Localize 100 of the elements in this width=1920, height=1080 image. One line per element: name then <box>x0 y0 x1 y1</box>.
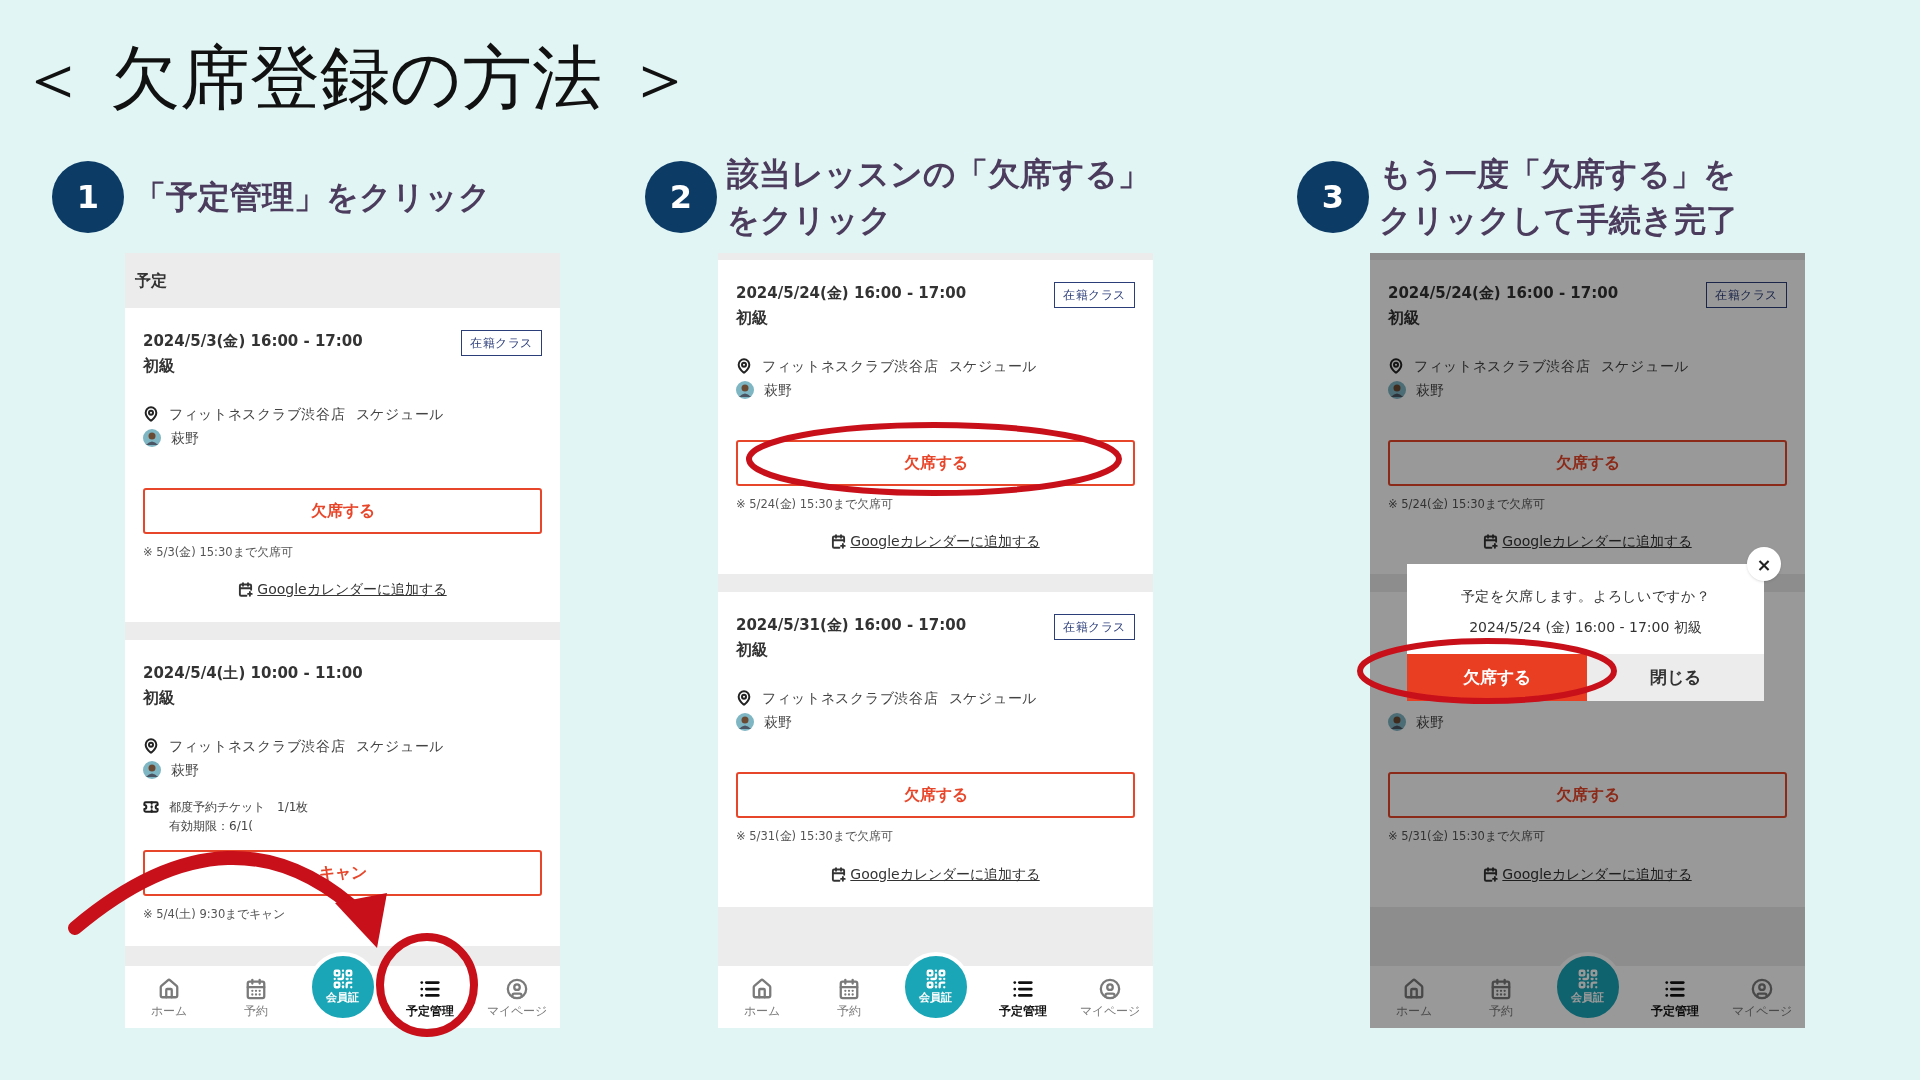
nav-tab[interactable]: マイページ <box>486 978 547 1020</box>
calendar-plus-icon <box>831 534 847 550</box>
user-icon <box>505 978 528 1000</box>
nav-tab[interactable]: 予定管理 <box>405 978 454 1020</box>
absence-button[interactable]: キャン <box>143 850 542 897</box>
calendar-plus-icon <box>1483 866 1499 882</box>
nav-tab[interactable]: 予約 <box>836 978 861 1020</box>
add-to-calendar-link[interactable]: Googleカレンダーに追加する <box>1483 531 1692 553</box>
avatar-icon <box>736 381 754 399</box>
calendar-icon <box>837 978 860 1000</box>
location-text: フィットネスクラブ渋谷店 スケジュール <box>762 356 1037 376</box>
step-number: 3 <box>1297 161 1369 233</box>
deadline-note: ※ 5/24(金) 15:30まで欠席可 <box>1388 496 1546 513</box>
nav-tab[interactable]: マイページ <box>1079 978 1140 1020</box>
avatar-icon <box>1388 381 1406 399</box>
nav-tab[interactable]: 予約 <box>1488 978 1513 1020</box>
calendar-icon <box>1489 978 1512 1000</box>
add-to-calendar-link[interactable]: Googleカレンダーに追加する <box>238 579 447 601</box>
absence-button[interactable]: 欠席する <box>1388 772 1787 819</box>
avatar-icon <box>1388 713 1406 732</box>
lesson-level: 初級 <box>1388 307 1420 329</box>
step-instruction: 「予定管理」をクリック <box>134 177 491 218</box>
qr-code-icon <box>1576 967 1599 990</box>
page-title: ＜ 欠席登録の方法 ＞ <box>18 38 696 118</box>
lesson-level: 初級 <box>736 639 768 662</box>
instructor-name: 萩野 <box>1416 712 1444 732</box>
instructor-name: 萩野 <box>171 760 199 780</box>
step-instruction: 該当レッスンの「欠席する」 <box>727 154 1150 195</box>
dialog-message: 予定を欠席します。よろしいですか？ <box>1459 587 1712 606</box>
ticket-icon <box>143 799 159 816</box>
add-to-calendar-link[interactable]: Googleカレンダーに追加する <box>1483 863 1692 885</box>
absence-button[interactable]: 欠席する <box>143 488 542 534</box>
step-instruction: をクリック <box>727 200 893 241</box>
calendar-plus-icon <box>238 582 254 598</box>
deadline-note: ※ 5/3(金) 15:30まで欠席可 <box>143 544 294 561</box>
location-text: フィットネスクラブ渋谷店 スケジュール <box>1414 356 1689 376</box>
deadline-note: ※ 5/4(土) 9:30までキャン <box>143 906 287 924</box>
location-pin-icon <box>143 406 159 422</box>
class-tag: 在籍クラス <box>1706 282 1787 308</box>
lesson-datetime: 2024/5/24(金) 16:00 - 17:00 <box>736 283 967 304</box>
location-text: フィットネスクラブ渋谷店 スケジュール <box>169 404 444 424</box>
deadline-note: ※ 5/31(金) 15:30まで欠席可 <box>1388 828 1546 846</box>
list-icon <box>418 978 441 1000</box>
nav-tab[interactable]: マイページ <box>1731 978 1792 1020</box>
page-header: 予定 <box>134 269 168 292</box>
ticket-info: 有効期限：6/1( <box>169 818 254 836</box>
absence-button[interactable]: 欠席する <box>1388 440 1787 486</box>
nav-tab[interactable]: ホーム <box>150 978 187 1020</box>
dialog-detail: 2024/5/24 (金) 16:00 - 17:00 初級 <box>1468 618 1703 637</box>
ticket-info: 都度予約チケット 1/1枚 <box>169 799 309 817</box>
instructor-name: 萩野 <box>171 428 199 448</box>
absence-button[interactable]: 欠席する <box>736 440 1135 486</box>
step-instruction: もう一度「欠席する」を <box>1379 154 1737 195</box>
instructor-name: 萩野 <box>764 712 792 732</box>
user-icon <box>1750 978 1773 1000</box>
lesson-level: 初級 <box>143 355 175 377</box>
absence-button[interactable]: 欠席する <box>736 772 1135 819</box>
qr-code-icon <box>331 967 354 990</box>
location-pin-icon <box>1388 358 1404 374</box>
lesson-level: 初級 <box>736 307 768 329</box>
step-number: 1 <box>52 161 124 233</box>
class-tag: 在籍クラス <box>1054 282 1135 308</box>
instructor-name: 萩野 <box>1416 380 1444 400</box>
location-text: フィットネスクラブ渋谷店 スケジュール <box>762 688 1037 708</box>
deadline-note: ※ 5/31(金) 15:30まで欠席可 <box>736 828 894 846</box>
avatar-icon <box>143 761 161 780</box>
close-button[interactable]: × <box>1747 547 1781 581</box>
nav-tab[interactable]: 予定管理 <box>1650 978 1699 1020</box>
class-tag: 在籍クラス <box>461 330 542 356</box>
nav-tab[interactable]: 予定管理 <box>998 978 1047 1020</box>
location-text: フィットネスクラブ渋谷店 スケジュール <box>169 736 444 756</box>
instructor-name: 萩野 <box>764 380 792 400</box>
calendar-plus-icon <box>1483 534 1499 550</box>
add-to-calendar-link[interactable]: Googleカレンダーに追加する <box>831 531 1040 553</box>
location-pin-icon <box>143 738 159 755</box>
home-icon <box>1402 978 1425 1000</box>
nav-tab[interactable]: ホーム <box>1395 978 1432 1020</box>
lesson-datetime: 2024/5/4(土) 10:00 - 11:00 <box>143 663 363 685</box>
class-tag: 在籍クラス <box>1054 614 1135 641</box>
calendar-plus-icon <box>831 866 847 882</box>
avatar-icon <box>736 713 754 732</box>
lesson-datetime: 2024/5/3(金) 16:00 - 17:00 <box>143 331 363 352</box>
list-icon <box>1011 978 1034 1000</box>
deadline-note: ※ 5/24(金) 15:30まで欠席可 <box>736 496 894 513</box>
close-dialog-button[interactable]: 閉じる <box>1587 654 1764 701</box>
qr-code-icon <box>924 967 947 990</box>
location-pin-icon <box>736 358 752 374</box>
list-icon <box>1663 978 1686 1000</box>
home-icon <box>157 978 180 1000</box>
add-to-calendar-link[interactable]: Googleカレンダーに追加する <box>831 863 1040 885</box>
calendar-icon <box>244 978 267 1000</box>
lesson-datetime: 2024/5/24(金) 16:00 - 17:00 <box>1388 283 1619 304</box>
location-pin-icon <box>736 690 752 707</box>
user-icon <box>1098 978 1121 1000</box>
nav-tab[interactable]: ホーム <box>743 978 780 1020</box>
nav-tab[interactable]: 予約 <box>243 978 268 1020</box>
avatar-icon <box>143 429 161 447</box>
step-instruction: クリックして手続き完了 <box>1379 200 1738 241</box>
step-number: 2 <box>645 161 717 233</box>
lesson-datetime: 2024/5/31(金) 16:00 - 17:00 <box>736 615 967 637</box>
